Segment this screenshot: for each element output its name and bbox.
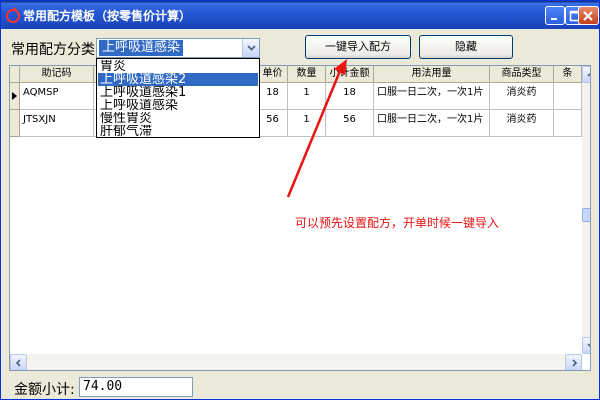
table-cell-subtotal[interactable]: 56	[326, 110, 374, 137]
total-amount-field[interactable]: 74.00	[79, 377, 193, 397]
horizontal-scrollbar[interactable]	[10, 354, 582, 370]
grid-header-price[interactable]: 单价	[258, 66, 288, 83]
row-pointer-icon	[12, 92, 17, 100]
scroll-up-button[interactable]	[582, 66, 590, 83]
scroll-down-icon	[587, 343, 590, 348]
total-label: 金额小计:	[14, 382, 75, 398]
grid-header-extra[interactable]: 条	[554, 66, 582, 83]
table-cell-price[interactable]: 56	[258, 110, 288, 137]
table-cell-extra[interactable]	[554, 83, 582, 110]
one-click-import-button[interactable]: 一键导入配方	[305, 35, 411, 59]
row-selector[interactable]	[10, 83, 20, 110]
category-label: 常用配方分类	[11, 42, 95, 58]
scroll-right-icon	[572, 359, 577, 367]
dropdown-option[interactable]: 上呼吸道感染	[98, 99, 258, 112]
table-cell-code[interactable]: AQMSP	[20, 83, 94, 110]
table-cell-extra[interactable]	[554, 110, 582, 137]
table-cell-price[interactable]: 18	[258, 83, 288, 110]
category-dropdown-list[interactable]: 胃炎 上呼吸道感染2 上呼吸道感染1 上呼吸道感染 慢性胃炎 肝郁气滞	[96, 58, 260, 138]
category-dropdown-button[interactable]	[242, 39, 259, 57]
close-icon	[583, 11, 593, 21]
category-selected-value: 上呼吸道感染	[99, 40, 184, 56]
table-cell-type[interactable]: 消炎药	[490, 110, 554, 137]
table-cell-qty[interactable]: 1	[288, 110, 326, 137]
scroll-up-icon	[587, 72, 590, 77]
dropdown-option-highlighted[interactable]: 上呼吸道感染2	[98, 73, 258, 86]
grid-header-qty[interactable]: 数量	[288, 66, 326, 83]
hide-button[interactable]: 隐藏	[419, 35, 513, 59]
table-cell-qty[interactable]: 1	[288, 83, 326, 110]
grid-header-rowselector	[10, 66, 20, 83]
scroll-left-icon	[16, 359, 21, 367]
dropdown-option[interactable]: 上呼吸道感染1	[98, 86, 258, 99]
scroll-left-button[interactable]	[10, 354, 27, 370]
app-icon	[6, 7, 20, 23]
grid-header-usage[interactable]: 用法用量	[374, 66, 490, 83]
minimize-icon	[551, 18, 557, 20]
close-button[interactable]	[578, 6, 599, 25]
window-title: 常用配方模板（按零售价计算）	[23, 9, 192, 23]
grid-header-type[interactable]: 商品类型	[490, 66, 554, 83]
table-cell-subtotal[interactable]: 18	[326, 83, 374, 110]
vertical-scroll-thumb[interactable]	[582, 208, 590, 222]
grid-header-subtotal[interactable]: 小计金额	[326, 66, 374, 83]
table-cell-usage[interactable]: 口服一日二次，一次1片	[374, 110, 490, 137]
scroll-down-button[interactable]	[582, 337, 590, 354]
title-bar[interactable]: 常用配方模板（按零售价计算）	[1, 1, 599, 29]
table-cell-code[interactable]: JTSXJN	[20, 110, 94, 137]
dropdown-option[interactable]: 肝郁气滞	[98, 125, 258, 138]
annotation-text: 可以预先设置配方，开单时候一键导入	[295, 216, 500, 230]
row-selector[interactable]	[10, 110, 20, 137]
table-cell-type[interactable]: 消炎药	[490, 83, 554, 110]
dropdown-arrow-icon	[247, 45, 256, 51]
category-combobox[interactable]: 上呼吸道感染	[96, 38, 260, 58]
table-cell-usage[interactable]: 口服一日二次，一次1片	[374, 83, 490, 110]
dropdown-option[interactable]: 胃炎	[98, 60, 258, 73]
vertical-scrollbar[interactable]	[582, 66, 590, 354]
scroll-right-button[interactable]	[565, 354, 582, 370]
formula-template-window: 常用配方模板（按零售价计算） 常用配方分类 上呼吸道感染 一键导入配方 隐藏 助…	[0, 0, 600, 400]
minimize-button[interactable]	[545, 6, 565, 25]
grid-header-code[interactable]: 助记码	[20, 66, 94, 83]
dropdown-option[interactable]: 慢性胃炎	[98, 112, 258, 125]
